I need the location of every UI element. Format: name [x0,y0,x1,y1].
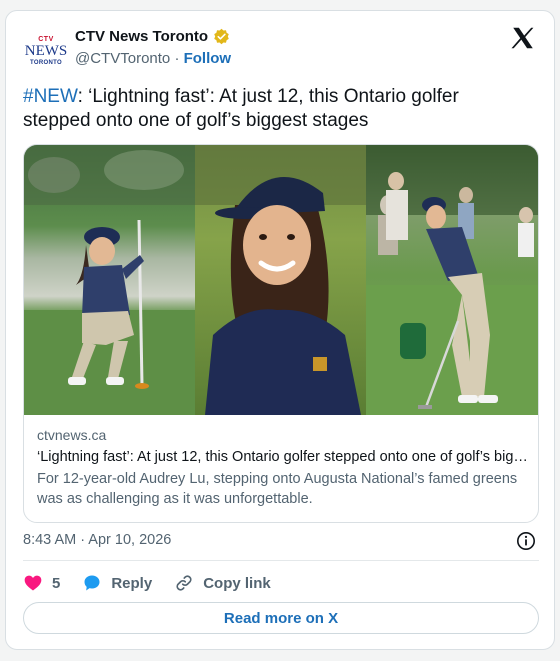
divider [23,560,539,561]
link-description: For 12-year-old Audrey Lu, stepping onto… [37,471,518,507]
photo-panel-left [24,145,195,415]
heart-icon [24,575,42,591]
golfer-crouching-illustration [24,145,195,415]
post-timestamp[interactable]: 8:43 AM · Apr 10, 2026 [23,532,171,548]
logo-news-text: NEWS [24,42,68,59]
account-handle[interactable]: @CTVToronto [75,50,170,67]
like-count: 5 [52,574,61,592]
info-icon[interactable] [516,531,536,551]
post-body-text: : ‘Lightning fast’: At just 12, this Ont… [23,86,459,131]
account-name-row: CTV News Toronto [75,28,230,45]
photo-panel-center [195,145,366,415]
separator-dot: · [174,50,180,67]
verified-badge-icon [214,28,229,45]
copy-link-button[interactable]: Copy link [174,573,271,593]
post-text: #NEW: ‘Lightning fast’: At just 12, this… [23,85,523,133]
link-domain: ctvnews.ca [37,427,107,443]
photo-panel-right [366,145,538,415]
link-title[interactable]: ‘Lightning fast’: At just 12, this Ontar… [37,449,529,465]
link-preview-card[interactable]: ctvnews.ca ‘Lightning fast’: At just 12,… [23,144,539,523]
reply-bubble-icon [84,575,100,591]
link-icon [176,575,192,591]
link-preview-body: ctvnews.ca ‘Lightning fast’: At just 12,… [37,427,529,509]
golfer-putting-illustration [366,145,538,415]
embedded-post-card: CTV NEWS TORONTO CTV News Toronto @CTVTo… [5,10,555,650]
read-more-button[interactable]: Read more on X [23,602,539,634]
reply-label: Reply [111,574,153,592]
handle-row: @CTVToronto · Follow [75,50,231,67]
reply-button[interactable]: Reply [82,573,152,593]
action-bar: 5 Reply Copy link [23,571,293,595]
link-preview-image[interactable] [24,145,538,415]
avatar[interactable]: CTV NEWS TORONTO [24,29,68,73]
display-name[interactable]: CTV News Toronto [75,28,208,45]
follow-button[interactable]: Follow [184,50,232,67]
golfer-portrait-illustration [195,145,366,415]
x-logo-icon[interactable] [510,25,536,51]
copy-link-label: Copy link [203,574,271,592]
like-button[interactable]: 5 [23,573,60,593]
logo-city-text: TORONTO [30,59,62,66]
hashtag-link[interactable]: #NEW [23,86,78,107]
